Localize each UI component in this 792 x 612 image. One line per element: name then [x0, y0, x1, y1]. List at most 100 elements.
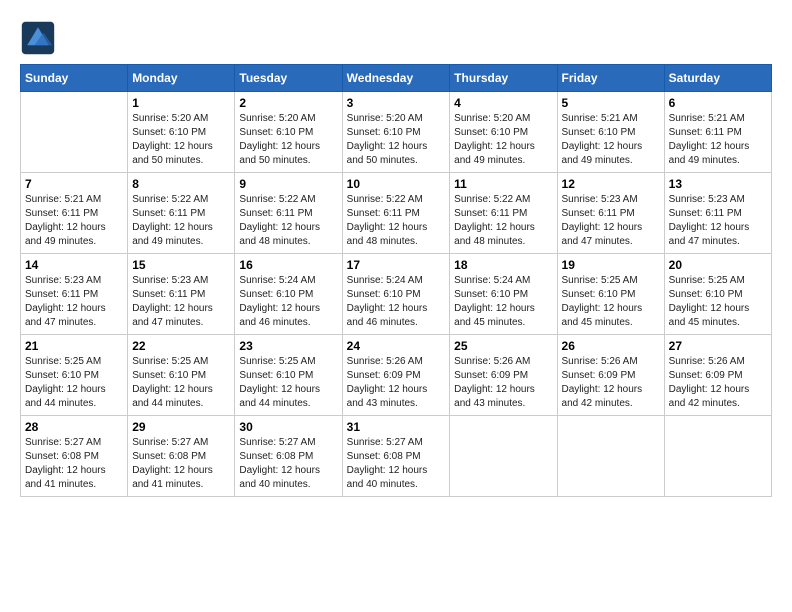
cell-sun-info: Sunrise: 5:26 AM Sunset: 6:09 PM Dayligh…: [454, 355, 552, 411]
logo-icon: [20, 20, 56, 56]
cell-sun-info: Sunrise: 5:21 AM Sunset: 6:11 PM Dayligh…: [25, 193, 123, 249]
cell-sun-info: Sunrise: 5:20 AM Sunset: 6:10 PM Dayligh…: [454, 112, 552, 168]
calendar-cell: 5 Sunrise: 5:21 AM Sunset: 6:10 PM Daylig…: [557, 92, 664, 173]
day-number: 9: [239, 177, 337, 191]
day-number: 1: [132, 96, 230, 110]
calendar-header-row: SundayMondayTuesdayWednesdayThursdayFrid…: [21, 65, 772, 92]
cell-sun-info: Sunrise: 5:22 AM Sunset: 6:11 PM Dayligh…: [347, 193, 446, 249]
calendar-cell: 11 Sunrise: 5:22 AM Sunset: 6:11 PM Dayli…: [450, 173, 557, 254]
calendar-cell: 19Sunrise: 5:25 AM Sunset: 6:10 PM Dayli…: [557, 254, 664, 335]
cell-sun-info: Sunrise: 5:25 AM Sunset: 6:10 PM Dayligh…: [132, 355, 230, 411]
day-number: 8: [132, 177, 230, 191]
cell-sun-info: Sunrise: 5:20 AM Sunset: 6:10 PM Dayligh…: [132, 112, 230, 168]
cell-sun-info: Sunrise: 5:23 AM Sunset: 6:11 PM Dayligh…: [132, 274, 230, 330]
calendar-cell: 8 Sunrise: 5:22 AM Sunset: 6:11 PM Daylig…: [128, 173, 235, 254]
weekday-header: Friday: [557, 65, 664, 92]
calendar-cell: 25 Sunrise: 5:26 AM Sunset: 6:09 PM Dayli…: [450, 335, 557, 416]
calendar-cell: [450, 416, 557, 497]
calendar-week-row: 1 Sunrise: 5:20 AM Sunset: 6:10 PM Daylig…: [21, 92, 772, 173]
day-number: 5: [562, 96, 660, 110]
day-number: 31: [347, 420, 446, 434]
cell-sun-info: Sunrise: 5:23 AM Sunset: 6:11 PM Dayligh…: [25, 274, 123, 330]
day-number: 24: [347, 339, 446, 353]
calendar-cell: 14 Sunrise: 5:23 AM Sunset: 6:11 PM Dayli…: [21, 254, 128, 335]
calendar-cell: 22 Sunrise: 5:25 AM Sunset: 6:10 PM Dayli…: [128, 335, 235, 416]
day-number: 14: [25, 258, 123, 272]
calendar-week-row: 21 Sunrise: 5:25 AM Sunset: 6:10 PM Dayli…: [21, 335, 772, 416]
day-number: 3: [347, 96, 446, 110]
calendar-cell: 30 Sunrise: 5:27 AM Sunset: 6:08 PM Dayli…: [235, 416, 342, 497]
cell-sun-info: Sunrise: 5:20 AM Sunset: 6:10 PM Dayligh…: [347, 112, 446, 168]
page-header: [20, 20, 772, 56]
day-number: 26: [562, 339, 660, 353]
day-number: 19: [562, 258, 660, 272]
cell-sun-info: Sunrise: 5:23 AM Sunset: 6:11 PM Dayligh…: [669, 193, 767, 249]
cell-sun-info: Sunrise: 5:22 AM Sunset: 6:11 PM Dayligh…: [454, 193, 552, 249]
calendar-cell: 26 Sunrise: 5:26 AM Sunset: 6:09 PM Dayli…: [557, 335, 664, 416]
cell-sun-info: Sunrise: 5:24 AM Sunset: 6:10 PM Dayligh…: [347, 274, 446, 330]
cell-sun-info: Sunrise: 5:21 AM Sunset: 6:11 PM Dayligh…: [669, 112, 767, 168]
cell-sun-info: Sunrise: 5:25 AM Sunset: 6:10 PM Dayligh…: [669, 274, 767, 330]
calendar-cell: 2 Sunrise: 5:20 AM Sunset: 6:10 PM Daylig…: [235, 92, 342, 173]
cell-sun-info: Sunrise: 5:21 AM Sunset: 6:10 PM Dayligh…: [562, 112, 660, 168]
calendar-cell: 21 Sunrise: 5:25 AM Sunset: 6:10 PM Dayli…: [21, 335, 128, 416]
calendar-cell: 31Sunrise: 5:27 AM Sunset: 6:08 PM Dayli…: [342, 416, 450, 497]
calendar-cell: [21, 92, 128, 173]
calendar-cell: 13Sunrise: 5:23 AM Sunset: 6:11 PM Dayli…: [664, 173, 771, 254]
cell-sun-info: Sunrise: 5:27 AM Sunset: 6:08 PM Dayligh…: [25, 436, 123, 492]
calendar-body: 1 Sunrise: 5:20 AM Sunset: 6:10 PM Daylig…: [21, 92, 772, 497]
cell-sun-info: Sunrise: 5:27 AM Sunset: 6:08 PM Dayligh…: [132, 436, 230, 492]
calendar-cell: 3 Sunrise: 5:20 AM Sunset: 6:10 PM Daylig…: [342, 92, 450, 173]
weekday-header: Sunday: [21, 65, 128, 92]
calendar-table: SundayMondayTuesdayWednesdayThursdayFrid…: [20, 64, 772, 497]
day-number: 29: [132, 420, 230, 434]
cell-sun-info: Sunrise: 5:25 AM Sunset: 6:10 PM Dayligh…: [239, 355, 337, 411]
calendar-cell: 29 Sunrise: 5:27 AM Sunset: 6:08 PM Dayli…: [128, 416, 235, 497]
calendar-cell: 17 Sunrise: 5:24 AM Sunset: 6:10 PM Dayli…: [342, 254, 450, 335]
day-number: 21: [25, 339, 123, 353]
calendar-cell: 4 Sunrise: 5:20 AM Sunset: 6:10 PM Daylig…: [450, 92, 557, 173]
cell-sun-info: Sunrise: 5:26 AM Sunset: 6:09 PM Dayligh…: [669, 355, 767, 411]
cell-sun-info: Sunrise: 5:26 AM Sunset: 6:09 PM Dayligh…: [562, 355, 660, 411]
weekday-header: Thursday: [450, 65, 557, 92]
day-number: 11: [454, 177, 552, 191]
cell-sun-info: Sunrise: 5:26 AM Sunset: 6:09 PM Dayligh…: [347, 355, 446, 411]
day-number: 25: [454, 339, 552, 353]
day-number: 16: [239, 258, 337, 272]
cell-sun-info: Sunrise: 5:22 AM Sunset: 6:11 PM Dayligh…: [239, 193, 337, 249]
calendar-cell: 12 Sunrise: 5:23 AM Sunset: 6:11 PM Dayli…: [557, 173, 664, 254]
calendar-cell: 28Sunrise: 5:27 AM Sunset: 6:08 PM Dayli…: [21, 416, 128, 497]
calendar-cell: 7Sunrise: 5:21 AM Sunset: 6:11 PM Daylig…: [21, 173, 128, 254]
calendar-cell: [664, 416, 771, 497]
cell-sun-info: Sunrise: 5:24 AM Sunset: 6:10 PM Dayligh…: [454, 274, 552, 330]
cell-sun-info: Sunrise: 5:20 AM Sunset: 6:10 PM Dayligh…: [239, 112, 337, 168]
day-number: 15: [132, 258, 230, 272]
calendar-cell: 6Sunrise: 5:21 AM Sunset: 6:11 PM Daylig…: [664, 92, 771, 173]
cell-sun-info: Sunrise: 5:23 AM Sunset: 6:11 PM Dayligh…: [562, 193, 660, 249]
calendar-cell: 9 Sunrise: 5:22 AM Sunset: 6:11 PM Daylig…: [235, 173, 342, 254]
weekday-header: Saturday: [664, 65, 771, 92]
day-number: 17: [347, 258, 446, 272]
day-number: 22: [132, 339, 230, 353]
day-number: 4: [454, 96, 552, 110]
calendar-cell: 10Sunrise: 5:22 AM Sunset: 6:11 PM Dayli…: [342, 173, 450, 254]
calendar-cell: 15 Sunrise: 5:23 AM Sunset: 6:11 PM Dayli…: [128, 254, 235, 335]
calendar-cell: 16Sunrise: 5:24 AM Sunset: 6:10 PM Dayli…: [235, 254, 342, 335]
calendar-week-row: 28Sunrise: 5:27 AM Sunset: 6:08 PM Dayli…: [21, 416, 772, 497]
weekday-header: Monday: [128, 65, 235, 92]
cell-sun-info: Sunrise: 5:22 AM Sunset: 6:11 PM Dayligh…: [132, 193, 230, 249]
calendar-week-row: 14 Sunrise: 5:23 AM Sunset: 6:11 PM Dayli…: [21, 254, 772, 335]
weekday-header: Tuesday: [235, 65, 342, 92]
day-number: 27: [669, 339, 767, 353]
calendar-cell: 24 Sunrise: 5:26 AM Sunset: 6:09 PM Dayli…: [342, 335, 450, 416]
day-number: 18: [454, 258, 552, 272]
cell-sun-info: Sunrise: 5:27 AM Sunset: 6:08 PM Dayligh…: [239, 436, 337, 492]
cell-sun-info: Sunrise: 5:25 AM Sunset: 6:10 PM Dayligh…: [25, 355, 123, 411]
calendar-cell: [557, 416, 664, 497]
calendar-cell: 27 Sunrise: 5:26 AM Sunset: 6:09 PM Dayli…: [664, 335, 771, 416]
calendar-week-row: 7Sunrise: 5:21 AM Sunset: 6:11 PM Daylig…: [21, 173, 772, 254]
day-number: 12: [562, 177, 660, 191]
calendar-cell: 20Sunrise: 5:25 AM Sunset: 6:10 PM Dayli…: [664, 254, 771, 335]
day-number: 2: [239, 96, 337, 110]
day-number: 30: [239, 420, 337, 434]
